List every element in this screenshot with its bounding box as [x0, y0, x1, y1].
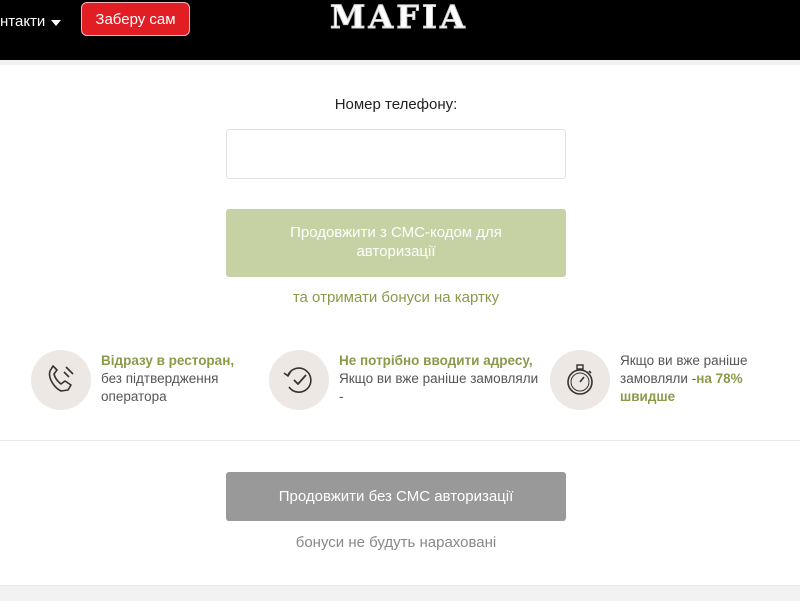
phone-number-label: Номер телефону:: [334, 96, 458, 113]
feature-text: Відразу в ресторан, без підтвердження оп…: [101, 352, 251, 410]
no-bonus-note: бонуси не будуть нараховані: [295, 534, 497, 551]
phone-number-input[interactable]: [226, 129, 566, 179]
clock-check-icon: [283, 367, 312, 393]
mafia-logo[interactable]: MAFIA: [330, 0, 466, 37]
header-divider: [0, 60, 800, 65]
contacts-dropdown[interactable]: нтакти: [0, 9, 62, 35]
footer-band: [0, 585, 800, 601]
top-navigation-bar: нтакти Заберу сам MAFIA: [0, 0, 800, 60]
phone-icon: [48, 365, 74, 392]
chevron-down-icon: [51, 20, 62, 26]
feature-no-address: Не потрібно вводити адресу, Якщо ви вже …: [269, 350, 539, 410]
feature-highlight: Відразу в ресторан,: [101, 353, 235, 368]
section-divider: [0, 440, 800, 441]
bonus-card-note: та отримати бонуси на картку: [292, 289, 500, 306]
feature-icon-circle: [31, 350, 91, 410]
feature-text: Якщо ви вже раніше замовляли -на 78% шви…: [620, 352, 770, 410]
pickup-button[interactable]: Заберу сам: [81, 2, 190, 36]
feature-text: Не потрібно вводити адресу, Якщо ви вже …: [339, 352, 539, 410]
feature-icon-circle: [269, 350, 329, 410]
feature-faster: Якщо ви вже раніше замовляли -на 78% шви…: [550, 350, 770, 410]
feature-direct-to-restaurant: Відразу в ресторан, без підтвердження оп…: [31, 350, 251, 410]
feature-description: Якщо ви вже раніше замовляли -: [339, 371, 539, 404]
feature-icon-circle: [550, 350, 610, 410]
feature-description: без підтвердження оператора: [101, 371, 219, 404]
contacts-label: нтакти: [0, 13, 46, 30]
continue-with-sms-button[interactable]: Продовжити з СМС-кодом для авторизації: [226, 209, 566, 277]
feature-highlight: Не потрібно вводити адресу,: [339, 353, 533, 368]
continue-without-sms-button[interactable]: Продовжити без СМС авторизації: [226, 472, 566, 521]
stopwatch-icon: [567, 364, 593, 395]
